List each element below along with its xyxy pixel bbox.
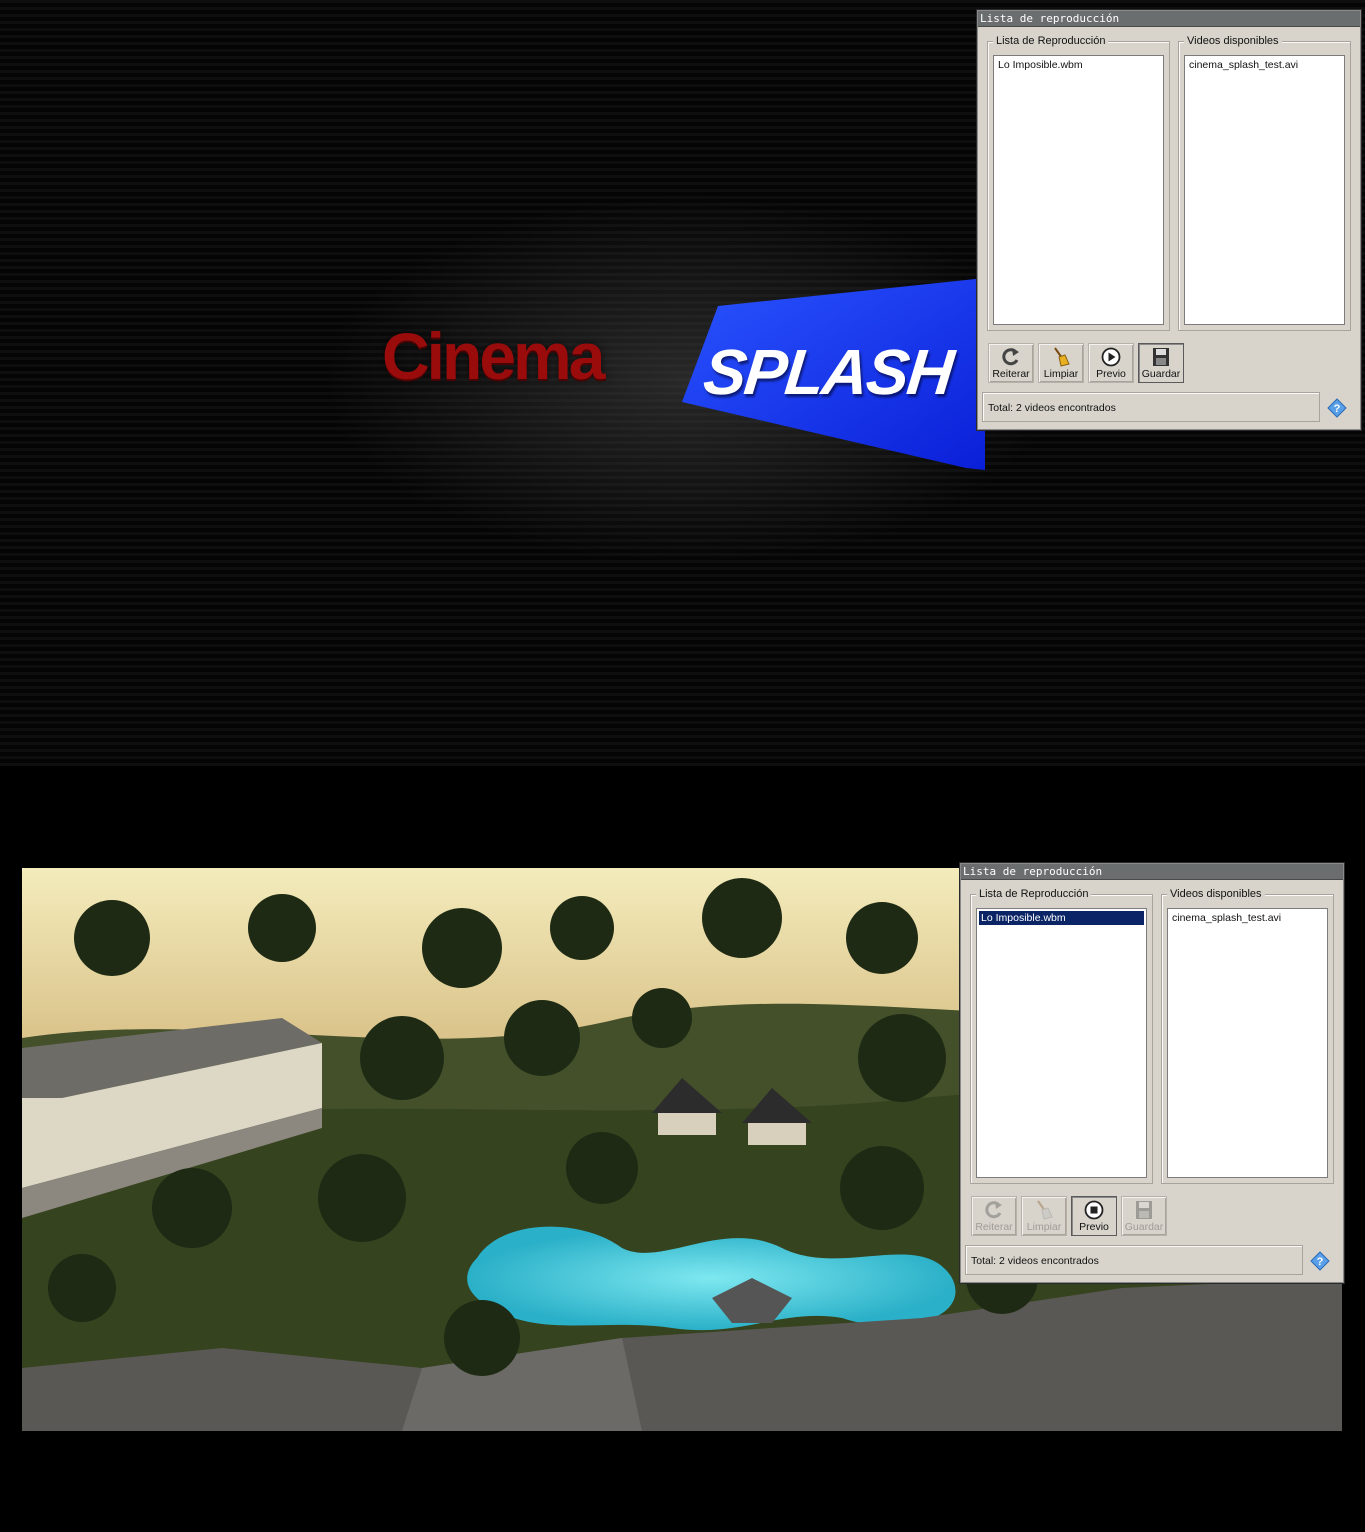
previo-button[interactable]: Previo	[1088, 343, 1134, 383]
reiterar-button[interactable]: Reiterar	[971, 1196, 1017, 1236]
playlist-window: Lista de reproducción Lista de Reproducc…	[977, 10, 1361, 430]
help-icon[interactable]: ?	[1310, 1251, 1330, 1271]
limpiar-label: Limpiar	[1043, 368, 1079, 380]
playlist-label: Lista de Reproducción	[993, 34, 1109, 48]
svg-text:?: ?	[1334, 403, 1341, 415]
window-title[interactable]: Lista de reproducción	[961, 864, 1343, 880]
broom-icon	[1037, 1200, 1053, 1220]
logo-splash-text: SPLASH	[700, 336, 956, 408]
svg-text:?: ?	[1317, 1256, 1324, 1268]
playlist-label: Lista de Reproducción	[976, 887, 1092, 901]
broom-icon	[1054, 347, 1070, 367]
reiterar-label: Reiterar	[975, 1221, 1013, 1233]
repeat-icon	[1002, 348, 1019, 366]
playlist-item-selected[interactable]: Lo Imposible.wbm	[979, 911, 1144, 925]
guardar-button[interactable]: Guardar	[1121, 1196, 1167, 1236]
playlist-group: Lista de Reproducción Lo Imposible.wbm	[970, 887, 1153, 1184]
status-text: Total: 2 videos encontrados	[971, 1255, 1099, 1267]
playlist-list[interactable]: Lo Imposible.wbm	[976, 908, 1147, 1178]
available-videos-label: Videos disponibles	[1184, 34, 1282, 48]
limpiar-button[interactable]: Limpiar	[1038, 343, 1084, 383]
playlist-group: Lista de Reproducción Lo Imposible.wbm	[987, 34, 1170, 331]
play-icon	[1101, 347, 1121, 367]
help-icon[interactable]: ?	[1327, 398, 1347, 418]
limpiar-button[interactable]: Limpiar	[1021, 1196, 1067, 1236]
available-video-item[interactable]: cinema_splash_test.avi	[1187, 58, 1342, 72]
stop-icon	[1084, 1200, 1104, 1220]
video-playback-screen: Lista de reproducción Lista de Reproducc…	[0, 766, 1365, 1532]
reiterar-button[interactable]: Reiterar	[988, 343, 1034, 383]
playlist-window: Lista de reproducción Lista de Reproducc…	[960, 863, 1344, 1283]
floppy-disk-icon	[1136, 1201, 1152, 1219]
previo-label: Previo	[1096, 368, 1126, 380]
guardar-label: Guardar	[1141, 368, 1181, 380]
available-videos-list[interactable]: cinema_splash_test.avi	[1184, 55, 1345, 325]
available-videos-list[interactable]: cinema_splash_test.avi	[1167, 908, 1328, 1178]
limpiar-label: Limpiar	[1026, 1221, 1062, 1233]
previo-button[interactable]: Previo	[1071, 1196, 1117, 1236]
status-bar: Total: 2 videos encontrados	[965, 1245, 1303, 1275]
reiterar-label: Reiterar	[992, 368, 1030, 380]
previo-label: Previo	[1079, 1221, 1109, 1233]
status-bar: Total: 2 videos encontrados	[982, 392, 1320, 422]
logo-cinema-text: Cinema	[382, 319, 605, 393]
guardar-button[interactable]: Guardar	[1138, 343, 1184, 383]
available-video-item[interactable]: cinema_splash_test.avi	[1170, 911, 1325, 925]
status-text: Total: 2 videos encontrados	[988, 402, 1116, 414]
available-videos-group: Videos disponibles cinema_splash_test.av…	[1178, 34, 1351, 331]
playlist-list[interactable]: Lo Imposible.wbm	[993, 55, 1164, 325]
window-title[interactable]: Lista de reproducción	[978, 11, 1360, 27]
guardar-label: Guardar	[1124, 1221, 1164, 1233]
available-videos-label: Videos disponibles	[1167, 887, 1265, 901]
repeat-icon	[985, 1201, 1002, 1219]
playlist-item[interactable]: Lo Imposible.wbm	[996, 58, 1161, 72]
available-videos-group: Videos disponibles cinema_splash_test.av…	[1161, 887, 1334, 1184]
splash-screen: Cinema SPLASH Lista de reproducción List…	[0, 0, 1365, 766]
floppy-disk-icon	[1153, 348, 1169, 366]
